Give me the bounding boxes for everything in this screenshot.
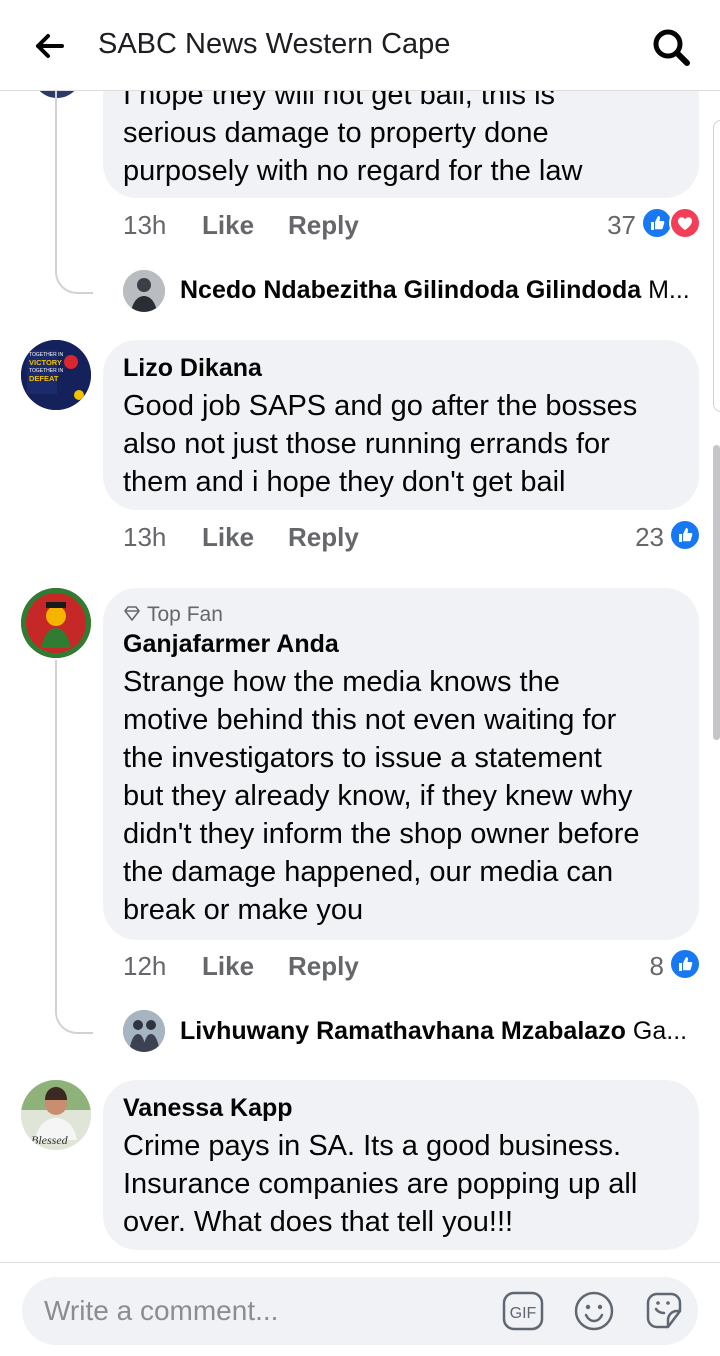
top-bar: SABC News Western Cape: [0, 0, 720, 91]
comment-line: also not just those running errands for: [123, 428, 610, 460]
reply-avatar[interactable]: [123, 1010, 165, 1052]
sticker-icon[interactable]: [642, 1289, 686, 1333]
reply-preview[interactable]: Livhuwany Ramathavhana Mzabalazo Ga...: [180, 1017, 687, 1046]
thread-connector: [55, 1000, 93, 1034]
thread-line: [55, 660, 57, 1010]
reply-button[interactable]: Reply: [288, 210, 359, 241]
reply-button[interactable]: Reply: [288, 522, 359, 553]
like-reaction-icon: [669, 519, 701, 551]
avatar-text: VICTORY: [29, 358, 62, 367]
reply-author: Ncedo Ndabezitha Gilindoda Gilindoda: [180, 276, 642, 304]
comment-text: Crime pays in SA. Its a good business. I…: [123, 1127, 693, 1241]
avatar-text: DEFEAT: [29, 374, 59, 383]
comment-placeholder: Write a comment...: [44, 1295, 279, 1326]
avatar[interactable]: TOGETHER IN VICTORY TOGETHER IN DEFEAT: [21, 340, 91, 410]
reaction-count[interactable]: 37: [576, 210, 636, 241]
comment-line: over. What does that tell you!!!: [123, 1206, 514, 1238]
comment-time: 13h: [123, 210, 167, 240]
comment-author[interactable]: Vanessa Kapp: [123, 1094, 293, 1123]
comment-line: Insurance companies are popping up all: [123, 1168, 638, 1200]
reply-preview[interactable]: Ncedo Ndabezitha Gilindoda Gilindoda M..…: [180, 276, 690, 305]
love-reaction-icon: [669, 207, 701, 239]
search-icon[interactable]: [650, 26, 692, 68]
reply-snippet: Ga...: [632, 1017, 688, 1045]
comment-line: them and i hope they don't get bail: [123, 466, 566, 498]
comment-line: the damage happened, our media can: [123, 856, 614, 888]
comment-line: serious damage to property done: [123, 117, 549, 149]
like-button[interactable]: Like: [202, 210, 254, 241]
reaction-count[interactable]: 8: [604, 951, 664, 982]
comment-bubble[interactable]: Top Fan Ganjafarmer Anda Strange how the…: [103, 588, 699, 940]
comment-line: Strange how the media knows the: [123, 666, 560, 698]
reply-snippet: M...: [648, 276, 690, 304]
comment-line: the investigators to issue a statement: [123, 742, 602, 774]
arrow-left-icon[interactable]: [30, 28, 70, 64]
avatar[interactable]: Blessed: [21, 1080, 91, 1150]
comment-author[interactable]: Ganjafarmer Anda: [123, 630, 339, 659]
comment-line: motive behind this not even waiting for: [123, 704, 617, 736]
comment-line: but they already know, if they knew why: [123, 780, 633, 812]
reaction-count[interactable]: 23: [604, 522, 664, 553]
reply-avatar[interactable]: [123, 270, 165, 312]
comments-feed: I hope they will not get bail, this is s…: [0, 0, 720, 1262]
comment-time: 12h: [123, 951, 167, 981]
comment-line: Crime pays in SA. Its a good business.: [123, 1130, 622, 1162]
top-fan-badge: Top Fan: [123, 603, 223, 627]
comment-bubble[interactable]: Lizo Dikana Good job SAPS and go after t…: [103, 340, 699, 510]
avatar[interactable]: [21, 588, 91, 658]
thread-line: [55, 90, 57, 250]
comment-text: Good job SAPS and go after the bosses al…: [123, 387, 693, 501]
comment-time: 13h: [123, 522, 167, 552]
gif-icon[interactable]: GIF: [502, 1291, 544, 1331]
comment-author[interactable]: Lizo Dikana: [123, 354, 262, 383]
comment-line: didn't they inform the shop owner before: [123, 818, 640, 850]
comment-text: Strange how the media knows the motive b…: [123, 663, 693, 929]
comment-line: Good job SAPS and go after the bosses: [123, 390, 638, 422]
comment-line: purposely with no regard for the law: [123, 155, 583, 187]
avatar-text: Blessed: [31, 1133, 69, 1147]
reply-author: Livhuwany Ramathavhana Mzabalazo: [180, 1017, 626, 1045]
reply-button[interactable]: Reply: [288, 951, 359, 982]
top-fan-label: Top Fan: [147, 603, 223, 626]
like-button[interactable]: Like: [202, 951, 254, 982]
emoji-icon[interactable]: [573, 1290, 615, 1332]
comment-input[interactable]: Write a comment... GIF: [22, 1277, 698, 1345]
page-title: SABC News Western Cape: [98, 28, 451, 60]
comment-text: I hope they will not get bail, this is s…: [123, 76, 693, 190]
scrollbar[interactable]: [713, 445, 720, 740]
thread-connector: [55, 250, 93, 294]
comment-composer: Write a comment... GIF: [0, 1262, 720, 1356]
comment-line: break or make you: [123, 894, 364, 926]
gif-label: GIF: [510, 1305, 537, 1322]
like-button[interactable]: Like: [202, 522, 254, 553]
like-reaction-icon: [669, 948, 701, 980]
comment-bubble[interactable]: Vanessa Kapp Crime pays in SA. Its a goo…: [103, 1080, 699, 1250]
scroll-track: [713, 120, 720, 412]
diamond-icon: [124, 606, 140, 621]
